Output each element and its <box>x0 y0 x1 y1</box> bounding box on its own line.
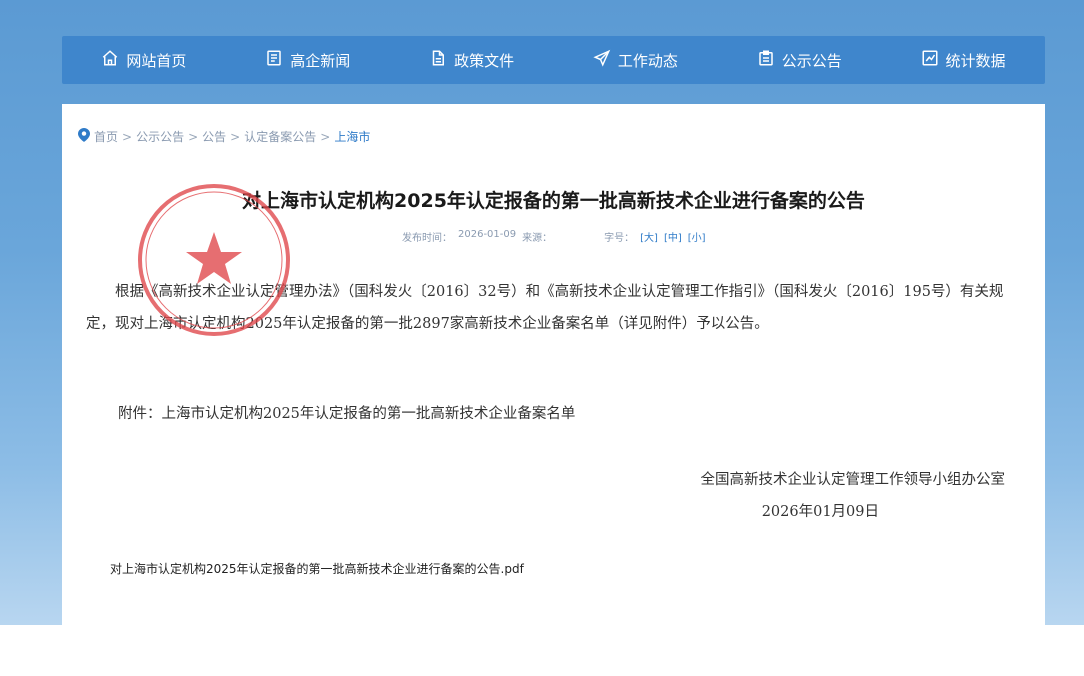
nav-label: 公示公告 <box>781 51 842 70</box>
breadcrumb-filing[interactable]: 认定备案公告 <box>244 128 316 145</box>
publish-date: 2026-01-09 <box>458 229 517 240</box>
nav-label: 高企新闻 <box>290 51 351 70</box>
nav-notice[interactable]: 公示公告 <box>757 49 842 71</box>
notice-icon <box>757 49 775 71</box>
breadcrumb-separator: > <box>230 129 241 144</box>
breadcrumb-separator: > <box>122 129 133 144</box>
attachment-text: 附件：上海市认定机构2025年认定报备的第一批高新技术企业备案名单 <box>118 406 576 422</box>
breadcrumb-current: 上海市 <box>334 130 371 144</box>
issuer-name: 全国高新技术企业认定管理工作领导小组办公室 <box>700 472 1006 488</box>
pdf-attachment-link[interactable]: 对上海市认定机构2025年认定报备的第一批高新技术企业进行备案的公告.pdf <box>110 560 524 577</box>
font-medium-button[interactable]: [中] <box>664 229 682 244</box>
nav-label: 工作动态 <box>617 51 678 70</box>
nav-work[interactable]: 工作动态 <box>593 49 678 71</box>
nav-label: 政策文件 <box>454 51 515 70</box>
nav-policy[interactable]: 政策文件 <box>429 49 514 71</box>
chart-icon <box>921 49 939 71</box>
source-label: 来源： <box>522 233 553 244</box>
news-icon <box>265 49 283 71</box>
font-small-button[interactable]: [小] <box>688 229 706 244</box>
breadcrumb-notice[interactable]: 公示公告 <box>136 128 184 145</box>
nav-home[interactable]: 网站首页 <box>101 49 186 71</box>
font-large-button[interactable]: [大] <box>640 229 658 244</box>
article-title: 对上海市认定机构2025年认定报备的第一批高新技术企业进行备案的公告 <box>242 190 865 212</box>
nav-label: 网站首页 <box>126 51 187 70</box>
nav-label: 统计数据 <box>945 51 1006 70</box>
meta-spacer <box>558 229 598 244</box>
content-panel: 首页 > 公示公告 > 公告 > 认定备案公告 > 上海市 对上海市认定机构20… <box>62 104 1045 625</box>
breadcrumb-announcement[interactable]: 公告 <box>202 128 226 145</box>
location-pin-icon <box>78 128 90 145</box>
nav-stats[interactable]: 统计数据 <box>921 49 1006 71</box>
nav-news[interactable]: 高企新闻 <box>265 49 350 71</box>
breadcrumb-separator: > <box>188 129 199 144</box>
article-meta: 发布时间： 2026-01-09 来源： 字号： [大] [中] [小] <box>402 229 706 244</box>
top-nav: 网站首页 高企新闻 政策文件 工作动态 公示公告 统计数据 <box>62 36 1045 84</box>
home-icon <box>101 49 119 71</box>
send-icon <box>593 49 611 71</box>
issue-date: 2026年01月09日 <box>761 504 879 520</box>
document-icon <box>429 49 447 71</box>
article-body: 根据《高新技术企业认定管理办法》（国科发火〔2016〕32号）和《高新技术企业认… <box>86 284 1004 332</box>
publish-label: 发布时间： <box>402 233 452 244</box>
breadcrumb-home[interactable]: 首页 <box>94 128 118 145</box>
breadcrumb: 首页 > 公示公告 > 公告 > 认定备案公告 > 上海市 <box>78 128 370 145</box>
font-size-label: 字号： <box>604 233 635 244</box>
breadcrumb-separator: > <box>320 129 331 144</box>
